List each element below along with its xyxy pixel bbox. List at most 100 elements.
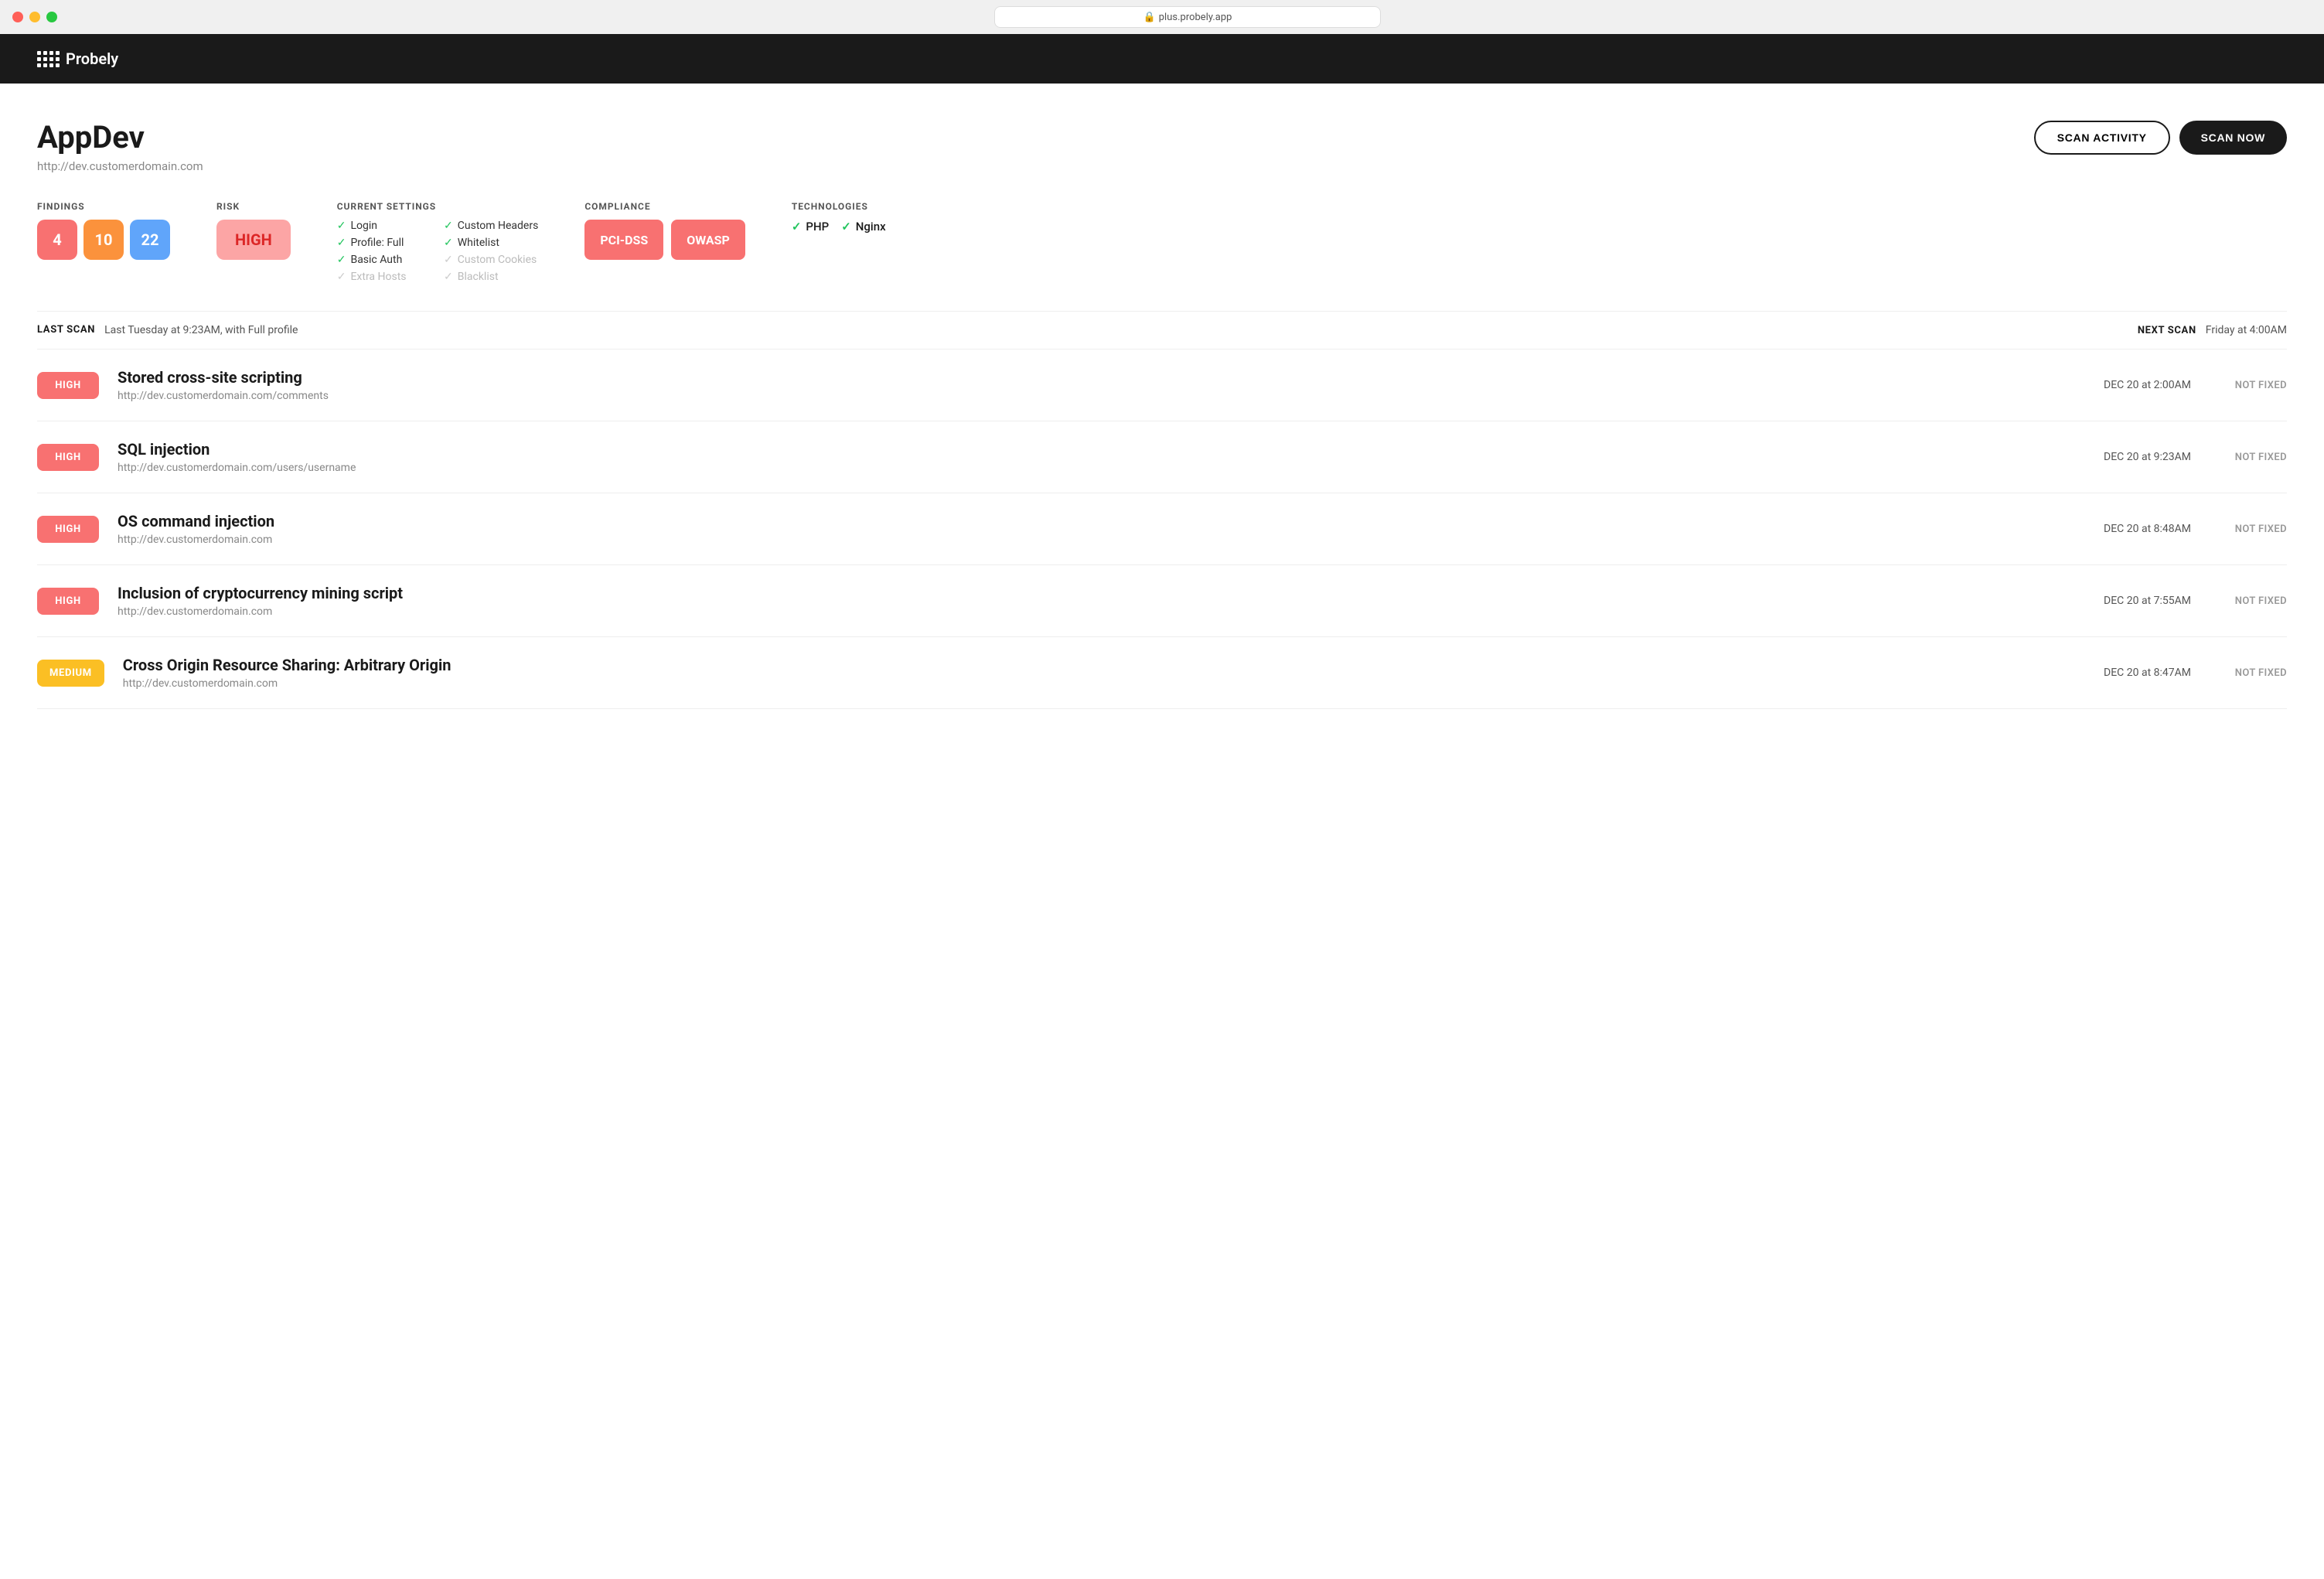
finding-status: NOT FIXED (2210, 667, 2287, 679)
setting-whitelist-label: Whitelist (458, 237, 499, 249)
setting-custom-headers-label: Custom Headers (458, 220, 539, 232)
finding-status: NOT FIXED (2210, 523, 2287, 535)
finding-row[interactable]: HIGH OS command injection http://dev.cus… (37, 493, 2287, 565)
lock-icon: 🔒 (1143, 12, 1156, 23)
logo-text: Probely (66, 49, 118, 68)
findings-low-badge: 22 (130, 220, 170, 260)
compliance-badges: PCI-DSS OWASP (584, 220, 745, 260)
finding-info: OS command injection http://dev.customer… (118, 512, 2049, 546)
finding-row[interactable]: MEDIUM Cross Origin Resource Sharing: Ar… (37, 637, 2287, 709)
severity-badge: HIGH (37, 372, 99, 399)
finding-info: Stored cross-site scripting http://dev.c… (118, 368, 2049, 402)
setting-basic-auth-label: Basic Auth (350, 254, 402, 266)
setting-extra-hosts-label: Extra Hosts (350, 271, 406, 283)
finding-info: SQL injection http://dev.customerdomain.… (118, 440, 2049, 474)
severity-badge: HIGH (37, 588, 99, 615)
finding-url: http://dev.customerdomain.com/users/user… (118, 462, 2049, 474)
setting-login-label: Login (350, 220, 377, 232)
owasp-badge[interactable]: OWASP (671, 220, 745, 260)
top-nav: Probely (0, 34, 2324, 84)
settings-grid: ✓ Login ✓ Custom Headers ✓ Profile: Full… (337, 220, 539, 283)
scan-info-bar: LAST SCAN Last Tuesday at 9:23AM, with F… (37, 311, 2287, 350)
finding-date: DEC 20 at 2:00AM (2067, 379, 2191, 391)
app-header: AppDev http://dev.customerdomain.com SCA… (37, 121, 2287, 173)
last-scan-label: LAST SCAN (37, 324, 95, 336)
setting-profile-full: ✓ Profile: Full (337, 237, 431, 249)
url-text: plus.probely.app (1159, 12, 1232, 23)
compliance-section: COMPLIANCE PCI-DSS OWASP (584, 201, 745, 260)
stats-row: FINDINGS 4 10 22 RISK HIGH CURRENT SETTI… (37, 201, 2287, 283)
last-scan-value: Last Tuesday at 9:23AM, with Full profil… (104, 324, 298, 336)
findings-label: FINDINGS (37, 201, 170, 212)
severity-badge: HIGH (37, 444, 99, 471)
tech-list: ✓ PHP ✓ Nginx (792, 220, 886, 234)
findings-badges: 4 10 22 (37, 220, 170, 260)
setting-extra-hosts: ✓ Extra Hosts (337, 271, 431, 283)
scan-now-button[interactable]: SCAN NOW (2179, 121, 2287, 155)
close-button[interactable] (12, 12, 23, 22)
finding-status: NOT FIXED (2210, 380, 2287, 391)
finding-url: http://dev.customerdomain.com (123, 677, 2049, 690)
setting-custom-cookies: ✓ Custom Cookies (444, 254, 538, 266)
tech-nginx: ✓ Nginx (841, 220, 885, 234)
finding-title: Stored cross-site scripting (118, 368, 2049, 387)
setting-blacklist-label: Blacklist (458, 271, 499, 283)
check-icon-inactive: ✓ (444, 254, 453, 266)
finding-date: DEC 20 at 7:55AM (2067, 595, 2191, 607)
check-icon: ✓ (444, 220, 453, 232)
logo[interactable]: Probely (37, 49, 118, 68)
tech-php-label: PHP (806, 220, 829, 234)
maximize-button[interactable] (46, 12, 57, 22)
minimize-button[interactable] (29, 12, 40, 22)
setting-whitelist: ✓ Whitelist (444, 237, 538, 249)
pci-dss-badge[interactable]: PCI-DSS (584, 220, 663, 260)
risk-section: RISK HIGH (216, 201, 291, 260)
finding-row[interactable]: HIGH SQL injection http://dev.customerdo… (37, 421, 2287, 493)
finding-status: NOT FIXED (2210, 595, 2287, 607)
check-icon-inactive: ✓ (337, 271, 346, 283)
findings-high-badge: 4 (37, 220, 77, 260)
finding-url: http://dev.customerdomain.com/comments (118, 390, 2049, 402)
app-url: http://dev.customerdomain.com (37, 159, 203, 173)
finding-date: DEC 20 at 8:48AM (2067, 523, 2191, 535)
check-icon-green: ✓ (792, 220, 802, 234)
severity-badge: HIGH (37, 516, 99, 543)
check-icon: ✓ (337, 254, 346, 266)
tech-php: ✓ PHP (792, 220, 829, 234)
severity-badge: MEDIUM (37, 660, 104, 687)
app-info: AppDev http://dev.customerdomain.com (37, 121, 203, 173)
next-scan-label: NEXT SCAN (2138, 325, 2196, 336)
url-bar[interactable]: 🔒 plus.probely.app (994, 6, 1381, 28)
tech-nginx-label: Nginx (856, 220, 886, 234)
setting-blacklist: ✓ Blacklist (444, 271, 538, 283)
findings-section: FINDINGS 4 10 22 (37, 201, 170, 260)
finding-row[interactable]: HIGH Inclusion of cryptocurrency mining … (37, 565, 2287, 637)
finding-row[interactable]: HIGH Stored cross-site scripting http://… (37, 350, 2287, 421)
finding-info: Inclusion of cryptocurrency mining scrip… (118, 584, 2049, 618)
compliance-label: COMPLIANCE (584, 201, 745, 212)
finding-title: Cross Origin Resource Sharing: Arbitrary… (123, 656, 2049, 674)
setting-profile-full-label: Profile: Full (350, 237, 404, 249)
next-scan-info: NEXT SCAN Friday at 4:00AM (2138, 324, 2287, 336)
finding-status: NOT FIXED (2210, 452, 2287, 463)
setting-custom-cookies-label: Custom Cookies (458, 254, 537, 266)
check-icon: ✓ (337, 220, 346, 232)
next-scan-value: Friday at 4:00AM (2206, 324, 2287, 336)
logo-icon (37, 51, 60, 67)
check-icon: ✓ (337, 237, 346, 249)
setting-basic-auth: ✓ Basic Auth (337, 254, 431, 266)
finding-date: DEC 20 at 9:23AM (2067, 451, 2191, 463)
scan-activity-button[interactable]: SCAN ACTIVITY (2034, 121, 2170, 155)
setting-login: ✓ Login (337, 220, 431, 232)
finding-url: http://dev.customerdomain.com (118, 605, 2049, 618)
last-scan-info: LAST SCAN Last Tuesday at 9:23AM, with F… (37, 324, 298, 336)
finding-date: DEC 20 at 8:47AM (2067, 667, 2191, 679)
app-title: AppDev (37, 121, 203, 155)
finding-title: SQL injection (118, 440, 2049, 459)
title-bar: 🔒 plus.probely.app (0, 0, 2324, 34)
settings-section: CURRENT SETTINGS ✓ Login ✓ Custom Header… (337, 201, 539, 283)
check-icon-inactive: ✓ (444, 271, 453, 283)
finding-title: Inclusion of cryptocurrency mining scrip… (118, 584, 2049, 602)
setting-custom-headers: ✓ Custom Headers (444, 220, 538, 232)
main-content: AppDev http://dev.customerdomain.com SCA… (0, 84, 2324, 709)
